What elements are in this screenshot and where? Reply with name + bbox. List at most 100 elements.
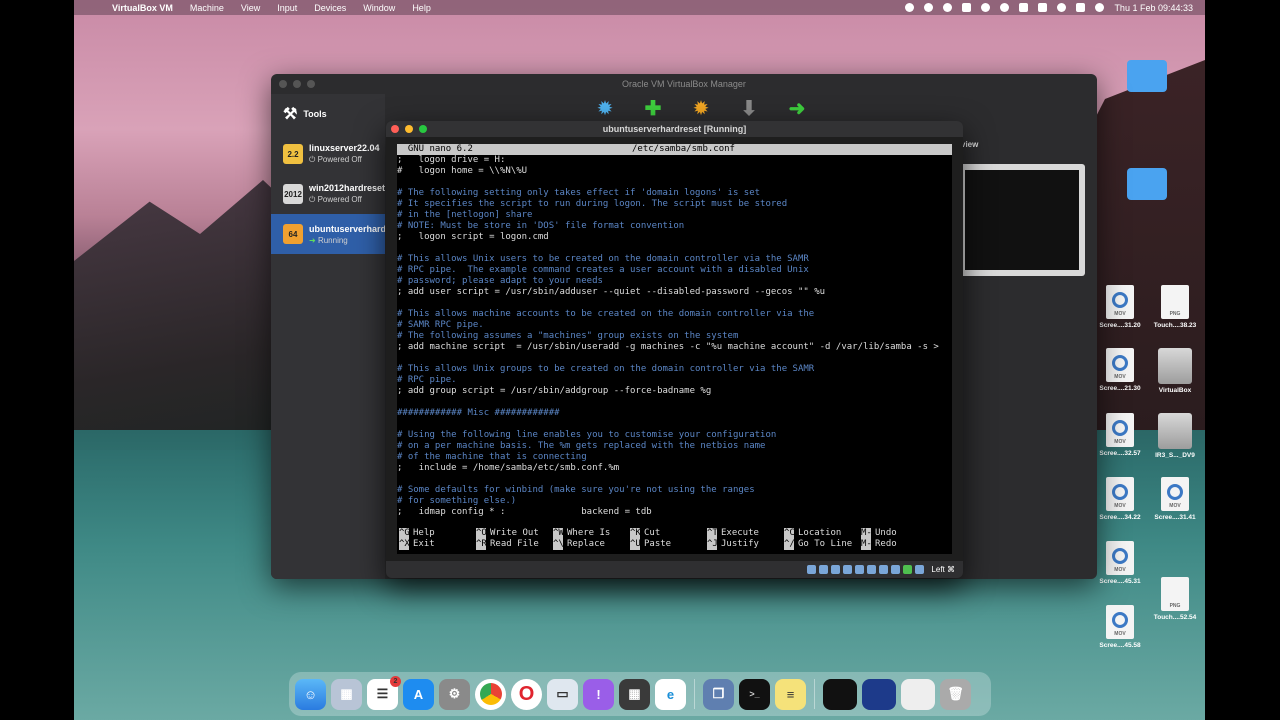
- minimized-window-icon[interactable]: [901, 678, 935, 710]
- shortcut-key: M-U: [861, 528, 878, 539]
- control-center-icon[interactable]: [1076, 3, 1086, 12]
- desktop-drive[interactable]: IR3_S..._DV9: [1147, 413, 1203, 459]
- app-store-icon[interactable]: A: [403, 678, 434, 710]
- editor-line: ; add group script = /usr/sbin/addgroup …: [397, 386, 712, 396]
- circle-icon[interactable]: [1000, 3, 1010, 12]
- vm-item-ubuntuserver[interactable]: 64 ubuntuserverhardreset ➜ Running: [271, 214, 385, 254]
- storage-icon[interactable]: [807, 565, 817, 574]
- shield-icon[interactable]: [943, 3, 953, 12]
- display-icon[interactable]: [879, 565, 889, 574]
- zoom-button[interactable]: [307, 80, 315, 88]
- siri-icon[interactable]: [1095, 3, 1105, 12]
- reminders-icon[interactable]: ☰ 2: [367, 675, 401, 710]
- editor-line: # Using the following line enables you t…: [397, 430, 777, 440]
- chrome-icon[interactable]: [475, 678, 506, 710]
- terminal-screen[interactable]: GNU nano 6.2/etc/samba/smb.conf ; logon …: [397, 144, 952, 554]
- menu-window[interactable]: Window: [363, 3, 395, 13]
- optical-drive-icon[interactable]: [819, 565, 829, 574]
- menu-help[interactable]: Help: [412, 3, 431, 13]
- desktop-file[interactable]: MOV Scree....32.57: [1092, 413, 1148, 457]
- movie-file-icon: MOV: [1106, 541, 1134, 575]
- tools-item[interactable]: ⚒ Tools: [271, 94, 385, 134]
- desktop-file[interactable]: MOV Scree....21.30: [1092, 348, 1148, 392]
- finder-icon[interactable]: ☺: [295, 678, 326, 710]
- new-vm-icon[interactable]: ✚: [639, 96, 667, 120]
- edge-icon[interactable]: e: [655, 678, 686, 710]
- shared-folder-icon[interactable]: [867, 565, 877, 574]
- play-icon[interactable]: [981, 3, 991, 12]
- usb-icon[interactable]: [855, 565, 865, 574]
- start-arrow-icon[interactable]: ➜: [783, 96, 811, 120]
- desktop-file[interactable]: MOV Scree....31.20: [1092, 285, 1148, 329]
- menu-devices[interactable]: Devices: [314, 3, 346, 13]
- desktop-file[interactable]: MOV Scree....45.31: [1092, 541, 1148, 585]
- opera-icon[interactable]: O: [511, 678, 542, 710]
- cpu-activity-icon[interactable]: [903, 565, 913, 574]
- editor-line: ; idmap config * : backend = tdb: [397, 507, 652, 517]
- shortcut-label: Redo: [875, 539, 897, 549]
- close-button[interactable]: [279, 80, 287, 88]
- minimize-button[interactable]: [293, 80, 301, 88]
- volume-icon[interactable]: [962, 3, 972, 12]
- folder-icon-2[interactable]: [1127, 168, 1167, 200]
- menu-input[interactable]: Input: [277, 3, 297, 13]
- zoom-button[interactable]: [419, 125, 427, 133]
- record-icon[interactable]: [905, 3, 915, 12]
- vm-item-win2012[interactable]: 2012 win2012hardreset ⏻ Powered Off: [271, 174, 385, 214]
- shortcut-label: Where Is: [567, 528, 611, 538]
- launchpad-icon[interactable]: ▦: [331, 678, 362, 710]
- status-icon[interactable]: [924, 3, 934, 12]
- vm-preview[interactable]: [959, 164, 1085, 276]
- shortcut-label: Justify: [721, 539, 759, 549]
- system-preferences-icon[interactable]: ⚙: [439, 678, 470, 710]
- desktop-file[interactable]: MOV Scree....31.41: [1147, 477, 1203, 521]
- battery-icon[interactable]: [1038, 3, 1048, 12]
- terminal-icon[interactable]: >_: [739, 678, 770, 710]
- os-icon: 2012: [283, 184, 303, 204]
- settings-gear-icon[interactable]: ✹: [687, 96, 715, 120]
- network-icon[interactable]: [843, 565, 853, 574]
- minimized-window-icon[interactable]: [862, 678, 896, 710]
- minimize-button[interactable]: [405, 125, 413, 133]
- window-controls: [279, 80, 315, 88]
- desktop-drive[interactable]: VirtualBox: [1147, 348, 1203, 394]
- menu-view[interactable]: View: [241, 3, 260, 13]
- editor-line: # RPC pipe.: [397, 375, 457, 385]
- reminders-badge: 2: [390, 675, 401, 687]
- minimized-window-icon[interactable]: [823, 678, 857, 710]
- desktop-file[interactable]: MOV Scree....45.58: [1092, 605, 1148, 649]
- menu-machine[interactable]: Machine: [190, 3, 224, 13]
- mouse-integration-icon[interactable]: [915, 565, 925, 574]
- folder-icon[interactable]: [1127, 60, 1167, 92]
- wifi-icon[interactable]: [1057, 3, 1067, 12]
- editor-body[interactable]: ; logon drive = H: # logon home = \\%N\%U…: [397, 155, 952, 518]
- vm-list-sidebar: ⚒ Tools 2.2 linuxserver22.04 ⏻ Powered O…: [271, 94, 385, 579]
- disk-image-icon: [1158, 348, 1192, 384]
- shortcut-item: ^X Exit: [399, 539, 476, 550]
- discard-arrow-icon[interactable]: ⬇: [735, 96, 763, 120]
- vm-item-linuxserver[interactable]: 2.2 linuxserver22.04 ⏻ Powered Off: [271, 134, 385, 174]
- recording-icon[interactable]: [891, 565, 901, 574]
- editor-line: # on a per machine basis. The %m gets re…: [397, 441, 766, 451]
- preview-icon[interactable]: ▭: [547, 678, 578, 710]
- calculator-icon[interactable]: ▦: [619, 678, 650, 710]
- os-icon: 64: [283, 224, 303, 244]
- shortcut-key: ^G: [399, 528, 410, 539]
- menu-app-name[interactable]: VirtualBox VM: [112, 3, 173, 13]
- trash-icon[interactable]: 🗑: [940, 678, 971, 710]
- image-file-icon: PNG: [1161, 577, 1189, 611]
- clock[interactable]: Thu 1 Feb 09:44:33: [1114, 3, 1193, 13]
- shortcut-label: Execute: [721, 528, 759, 538]
- feedback-icon[interactable]: !: [583, 678, 614, 710]
- shortcut-key: ^T: [707, 528, 718, 539]
- audio-icon[interactable]: [831, 565, 841, 574]
- desktop-file[interactable]: PNG Touch....38.23: [1147, 285, 1203, 329]
- bluetooth-icon[interactable]: [1019, 3, 1029, 12]
- virtualbox-icon[interactable]: ❒: [703, 678, 734, 710]
- desktop-file[interactable]: PNG Touch....52.54: [1147, 577, 1203, 621]
- close-button[interactable]: [391, 125, 399, 133]
- notes-icon[interactable]: ≡: [775, 678, 806, 710]
- preferences-icon[interactable]: ✹: [591, 96, 619, 120]
- desktop-file[interactable]: MOV Scree....34.22: [1092, 477, 1148, 521]
